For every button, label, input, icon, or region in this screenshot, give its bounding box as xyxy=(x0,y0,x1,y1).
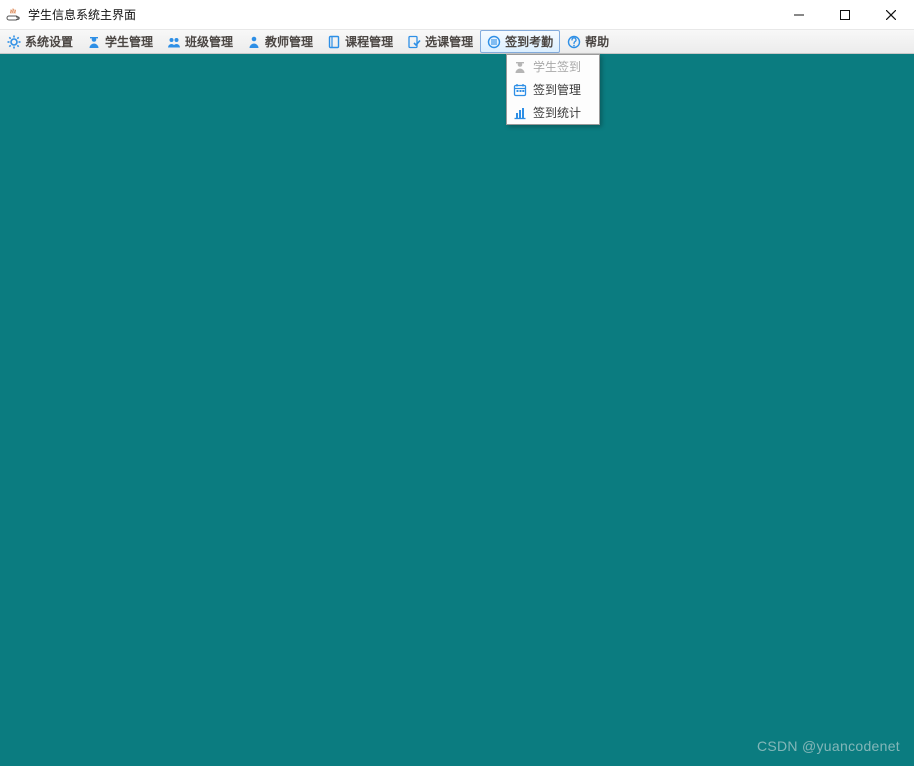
menu-label: 选课管理 xyxy=(425,33,473,50)
menu-label: 班级管理 xyxy=(185,33,233,50)
maximize-button[interactable] xyxy=(822,0,868,30)
menu-label: 学生管理 xyxy=(105,33,153,50)
title-bar: 学生信息系统主界面 xyxy=(0,0,914,30)
close-button[interactable] xyxy=(868,0,914,30)
java-coffee-icon xyxy=(6,7,22,23)
minimize-button[interactable] xyxy=(776,0,822,30)
menu-label: 签到考勤 xyxy=(505,33,553,50)
select-course-icon xyxy=(407,35,421,49)
menu-system-settings[interactable]: 系统设置 xyxy=(0,30,80,53)
menu-class-management[interactable]: 班级管理 xyxy=(160,30,240,53)
student-icon xyxy=(87,35,101,49)
mdi-content-area xyxy=(0,54,914,766)
watermark-text: CSDN @yuancodenet xyxy=(757,738,900,754)
menu-help[interactable]: 帮助 xyxy=(560,30,616,53)
attendance-dropdown: 学生签到 签到管理 签到统计 xyxy=(506,54,600,125)
menu-label: 帮助 xyxy=(585,33,609,50)
menu-course-management[interactable]: 课程管理 xyxy=(320,30,400,53)
barchart-icon xyxy=(513,106,527,120)
student-icon xyxy=(513,60,527,74)
title-left: 学生信息系统主界面 xyxy=(0,6,136,23)
dropdown-student-signin: 学生签到 xyxy=(507,55,599,78)
menu-label: 系统设置 xyxy=(25,33,73,50)
class-icon xyxy=(167,35,181,49)
menu-teacher-management[interactable]: 教师管理 xyxy=(240,30,320,53)
menu-label: 课程管理 xyxy=(345,33,393,50)
window-title: 学生信息系统主界面 xyxy=(28,6,136,23)
menu-label: 教师管理 xyxy=(265,33,313,50)
menu-select-course-management[interactable]: 选课管理 xyxy=(400,30,480,53)
course-icon xyxy=(327,35,341,49)
menu-bar: 系统设置 学生管理 班级管理 教师管理 课程管理 选课管理 签到 xyxy=(0,30,914,54)
dropdown-item-label: 学生签到 xyxy=(533,58,581,75)
menu-attendance[interactable]: 签到考勤 xyxy=(480,30,560,53)
dropdown-item-label: 签到统计 xyxy=(533,104,581,121)
teacher-icon xyxy=(247,35,261,49)
gear-icon xyxy=(7,35,21,49)
menu-student-management[interactable]: 学生管理 xyxy=(80,30,160,53)
dropdown-signin-statistics[interactable]: 签到统计 xyxy=(507,101,599,124)
window-controls xyxy=(776,0,914,30)
attendance-icon xyxy=(487,35,501,49)
dropdown-item-label: 签到管理 xyxy=(533,81,581,98)
help-icon xyxy=(567,35,581,49)
calendar-icon xyxy=(513,83,527,97)
dropdown-signin-management[interactable]: 签到管理 xyxy=(507,78,599,101)
